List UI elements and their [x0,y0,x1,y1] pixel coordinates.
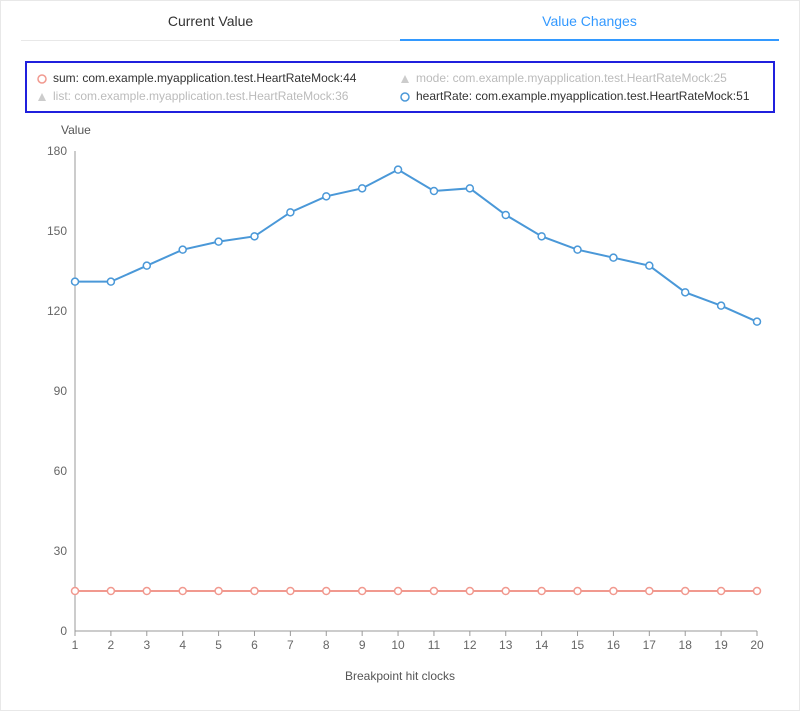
triangle-icon [37,91,47,101]
svg-text:16: 16 [607,638,621,652]
svg-text:12: 12 [463,638,477,652]
svg-text:150: 150 [47,224,67,238]
svg-text:30: 30 [54,544,68,558]
svg-text:90: 90 [54,384,68,398]
legend-label: mode: com.example.myapplication.test.Hea… [416,71,727,85]
svg-text:9: 9 [359,638,366,652]
svg-text:3: 3 [143,638,150,652]
legend-item-heartrate[interactable]: heartRate: com.example.myapplication.tes… [400,87,763,105]
legend-box: sum: com.example.myapplication.test.Hear… [25,61,775,113]
svg-text:180: 180 [47,144,67,158]
tabs: Current Value Value Changes [21,1,779,41]
svg-text:15: 15 [571,638,585,652]
svg-text:5: 5 [215,638,222,652]
line-chart: 0306090120150180123456789101112131415161… [25,141,777,681]
svg-text:0: 0 [60,624,67,638]
svg-text:19: 19 [714,638,728,652]
svg-text:10: 10 [391,638,405,652]
svg-text:120: 120 [47,304,67,318]
y-axis-title: Value [61,123,91,137]
legend-label: sum: com.example.myapplication.test.Hear… [53,71,356,85]
svg-text:60: 60 [54,464,68,478]
triangle-icon [400,73,410,83]
svg-text:1: 1 [72,638,79,652]
svg-text:7: 7 [287,638,294,652]
svg-text:18: 18 [679,638,693,652]
svg-text:20: 20 [750,638,764,652]
svg-text:11: 11 [428,638,441,652]
svg-text:4: 4 [179,638,186,652]
svg-text:14: 14 [535,638,549,652]
legend-item-list[interactable]: list: com.example.myapplication.test.Hea… [37,87,400,105]
circle-open-icon [400,91,410,101]
circle-open-icon [37,73,47,83]
svg-text:6: 6 [251,638,258,652]
svg-text:17: 17 [643,638,657,652]
tab-current-value[interactable]: Current Value [21,1,400,40]
svg-text:2: 2 [108,638,115,652]
legend-label: list: com.example.myapplication.test.Hea… [53,89,348,103]
tab-value-changes[interactable]: Value Changes [400,1,779,40]
chart-area: Value 0306090120150180123456789101112131… [25,123,775,683]
legend-item-sum[interactable]: sum: com.example.myapplication.test.Hear… [37,69,400,87]
x-axis-title: Breakpoint hit clocks [25,669,775,683]
legend-label: heartRate: com.example.myapplication.tes… [416,89,750,103]
legend-item-mode[interactable]: mode: com.example.myapplication.test.Hea… [400,69,763,87]
svg-text:13: 13 [499,638,513,652]
svg-text:8: 8 [323,638,330,652]
